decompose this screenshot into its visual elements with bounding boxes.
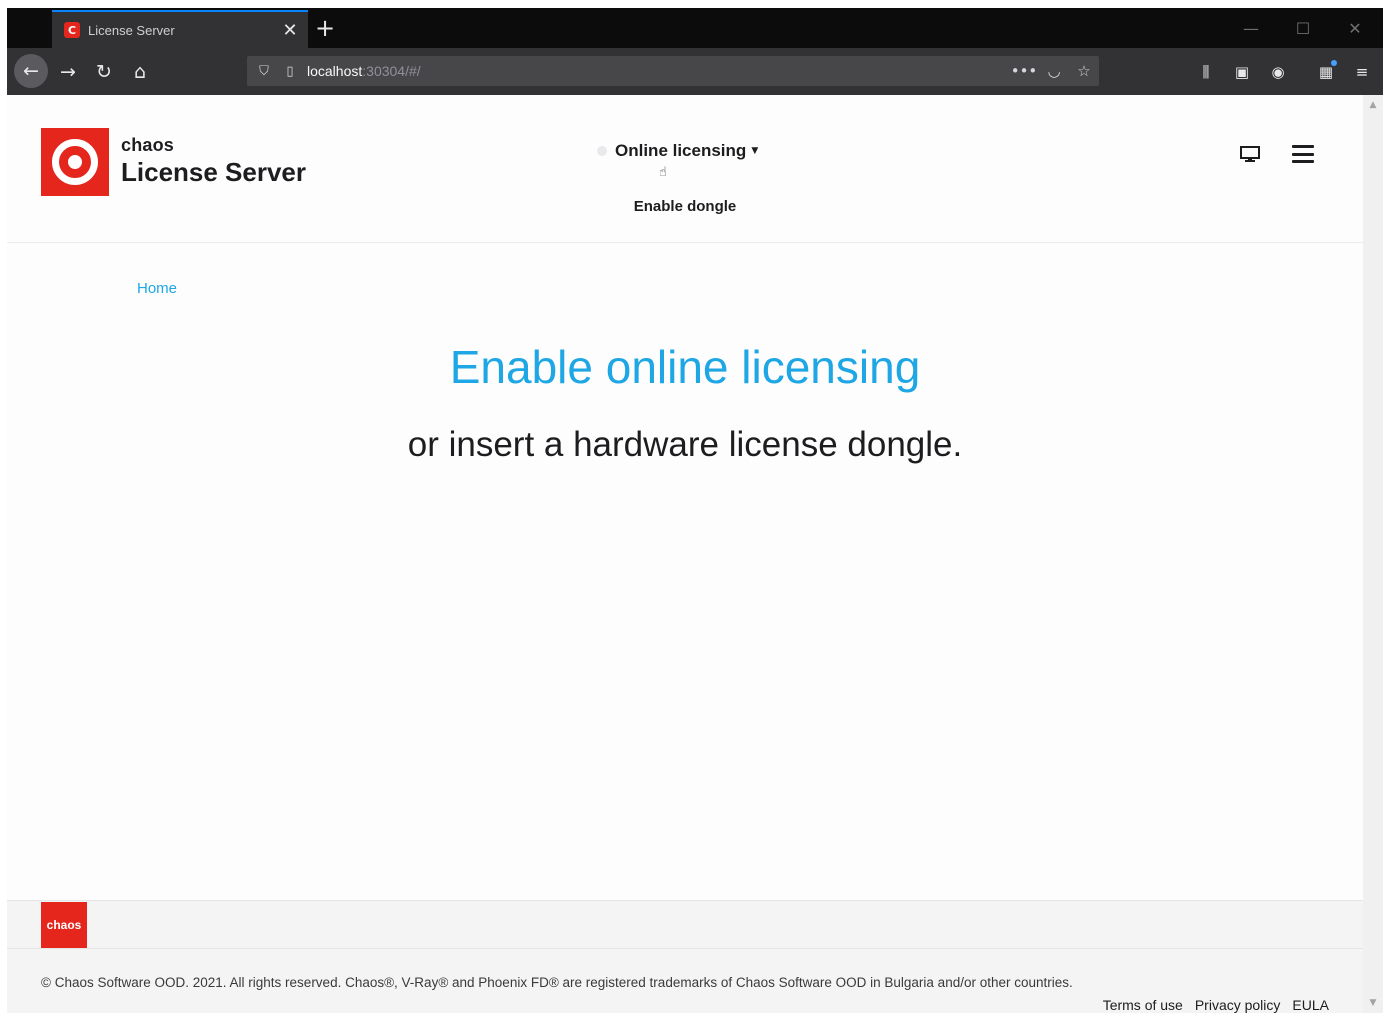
vertical-scrollbar[interactable]: ▲ ▼ (1363, 95, 1383, 1013)
sidebar-icon[interactable]: ▣ (1227, 57, 1257, 87)
chaos-logo-icon[interactable] (41, 128, 109, 196)
caret-down-icon: ▼ (751, 146, 759, 156)
page-title[interactable]: Enable online licensing (7, 340, 1363, 394)
scroll-down-icon[interactable]: ▼ (1363, 995, 1383, 1011)
page-subtitle: or insert a hardware license dongle. (407, 425, 963, 464)
window-close-button[interactable]: ✕ (1335, 16, 1375, 40)
copyright-text: © Chaos Software OOD. 2021. All rights r… (41, 975, 1073, 990)
hamburger-menu-icon[interactable] (1292, 143, 1314, 165)
bookmark-star-icon[interactable]: ☆ (1069, 56, 1099, 86)
navigation-toolbar: ← → ↻ ⌂ ⛉ ▯ localhost :30304/#/ ••• ◡ ☆ … (7, 48, 1383, 95)
page-viewport: chaos License Server Online licensing ▼ … (7, 95, 1383, 1013)
library-icon[interactable]: ⫼ (1191, 57, 1221, 87)
window-maximize-button[interactable]: ☐ (1283, 16, 1323, 40)
tab-title: License Server (88, 22, 175, 38)
monitor-icon[interactable] (1239, 145, 1261, 163)
breadcrumb-home[interactable]: Home (137, 280, 177, 297)
app-header: chaos License Server Online licensing ▼ … (7, 95, 1363, 243)
tab-bar: C License Server ✕ + — ☐ ✕ (7, 8, 1383, 48)
eula-link[interactable]: EULA (1292, 997, 1329, 1013)
pocket-icon[interactable]: ◡ (1039, 56, 1069, 86)
page-info-icon[interactable]: ▯ (281, 62, 299, 80)
window-minimize-button[interactable]: — (1231, 16, 1271, 40)
gift-icon[interactable]: ▦ (1311, 57, 1341, 87)
privacy-policy-link[interactable]: Privacy policy (1195, 997, 1281, 1013)
browser-chrome: C License Server ✕ + — ☐ ✕ ← → ↻ ⌂ ⛉ ▯ l… (7, 8, 1383, 95)
browser-tab[interactable]: C License Server ✕ (52, 10, 308, 48)
forward-arrow-icon[interactable]: → (53, 57, 83, 87)
footer-links: Terms of use Privacy policy EULA (1103, 997, 1329, 1013)
chaos-favicon-icon: C (64, 22, 80, 38)
back-arrow-icon[interactable]: ← (14, 54, 48, 88)
brand-name-small: chaos (121, 135, 175, 155)
home-icon[interactable]: ⌂ (125, 57, 155, 87)
licensing-mode-dropdown[interactable]: Online licensing ▼ (597, 141, 758, 161)
more-actions-icon[interactable]: ••• (1009, 56, 1039, 86)
url-host: localhost (307, 63, 363, 79)
hand-cursor-icon: ☝ (659, 165, 667, 180)
shield-icon[interactable]: ⛉ (255, 62, 273, 80)
reload-icon[interactable]: ↻ (89, 57, 119, 87)
url-bar[interactable]: ⛉ ▯ localhost :30304/#/ ••• ◡ ☆ (247, 56, 1099, 86)
tab-close-icon[interactable]: ✕ (278, 18, 302, 42)
enable-dongle-link[interactable]: Enable dongle (585, 198, 785, 215)
brand-name-title: License Server (121, 157, 307, 187)
scroll-up-icon[interactable]: ▲ (1363, 97, 1383, 113)
account-icon[interactable]: ◉ (1263, 57, 1293, 87)
footer-chaos-logo[interactable]: chaos (41, 902, 87, 948)
terms-of-use-link[interactable]: Terms of use (1103, 997, 1183, 1013)
footer: chaos © Chaos Software OOD. 2021. All ri… (7, 900, 1363, 1013)
url-path: :30304/#/ (362, 63, 421, 79)
notification-dot (1331, 60, 1337, 66)
app-menu-icon[interactable]: ≡ (1347, 57, 1377, 87)
licensing-mode-label: Online licensing (615, 141, 747, 160)
new-tab-button[interactable]: + (313, 14, 337, 42)
status-indicator (597, 146, 607, 156)
